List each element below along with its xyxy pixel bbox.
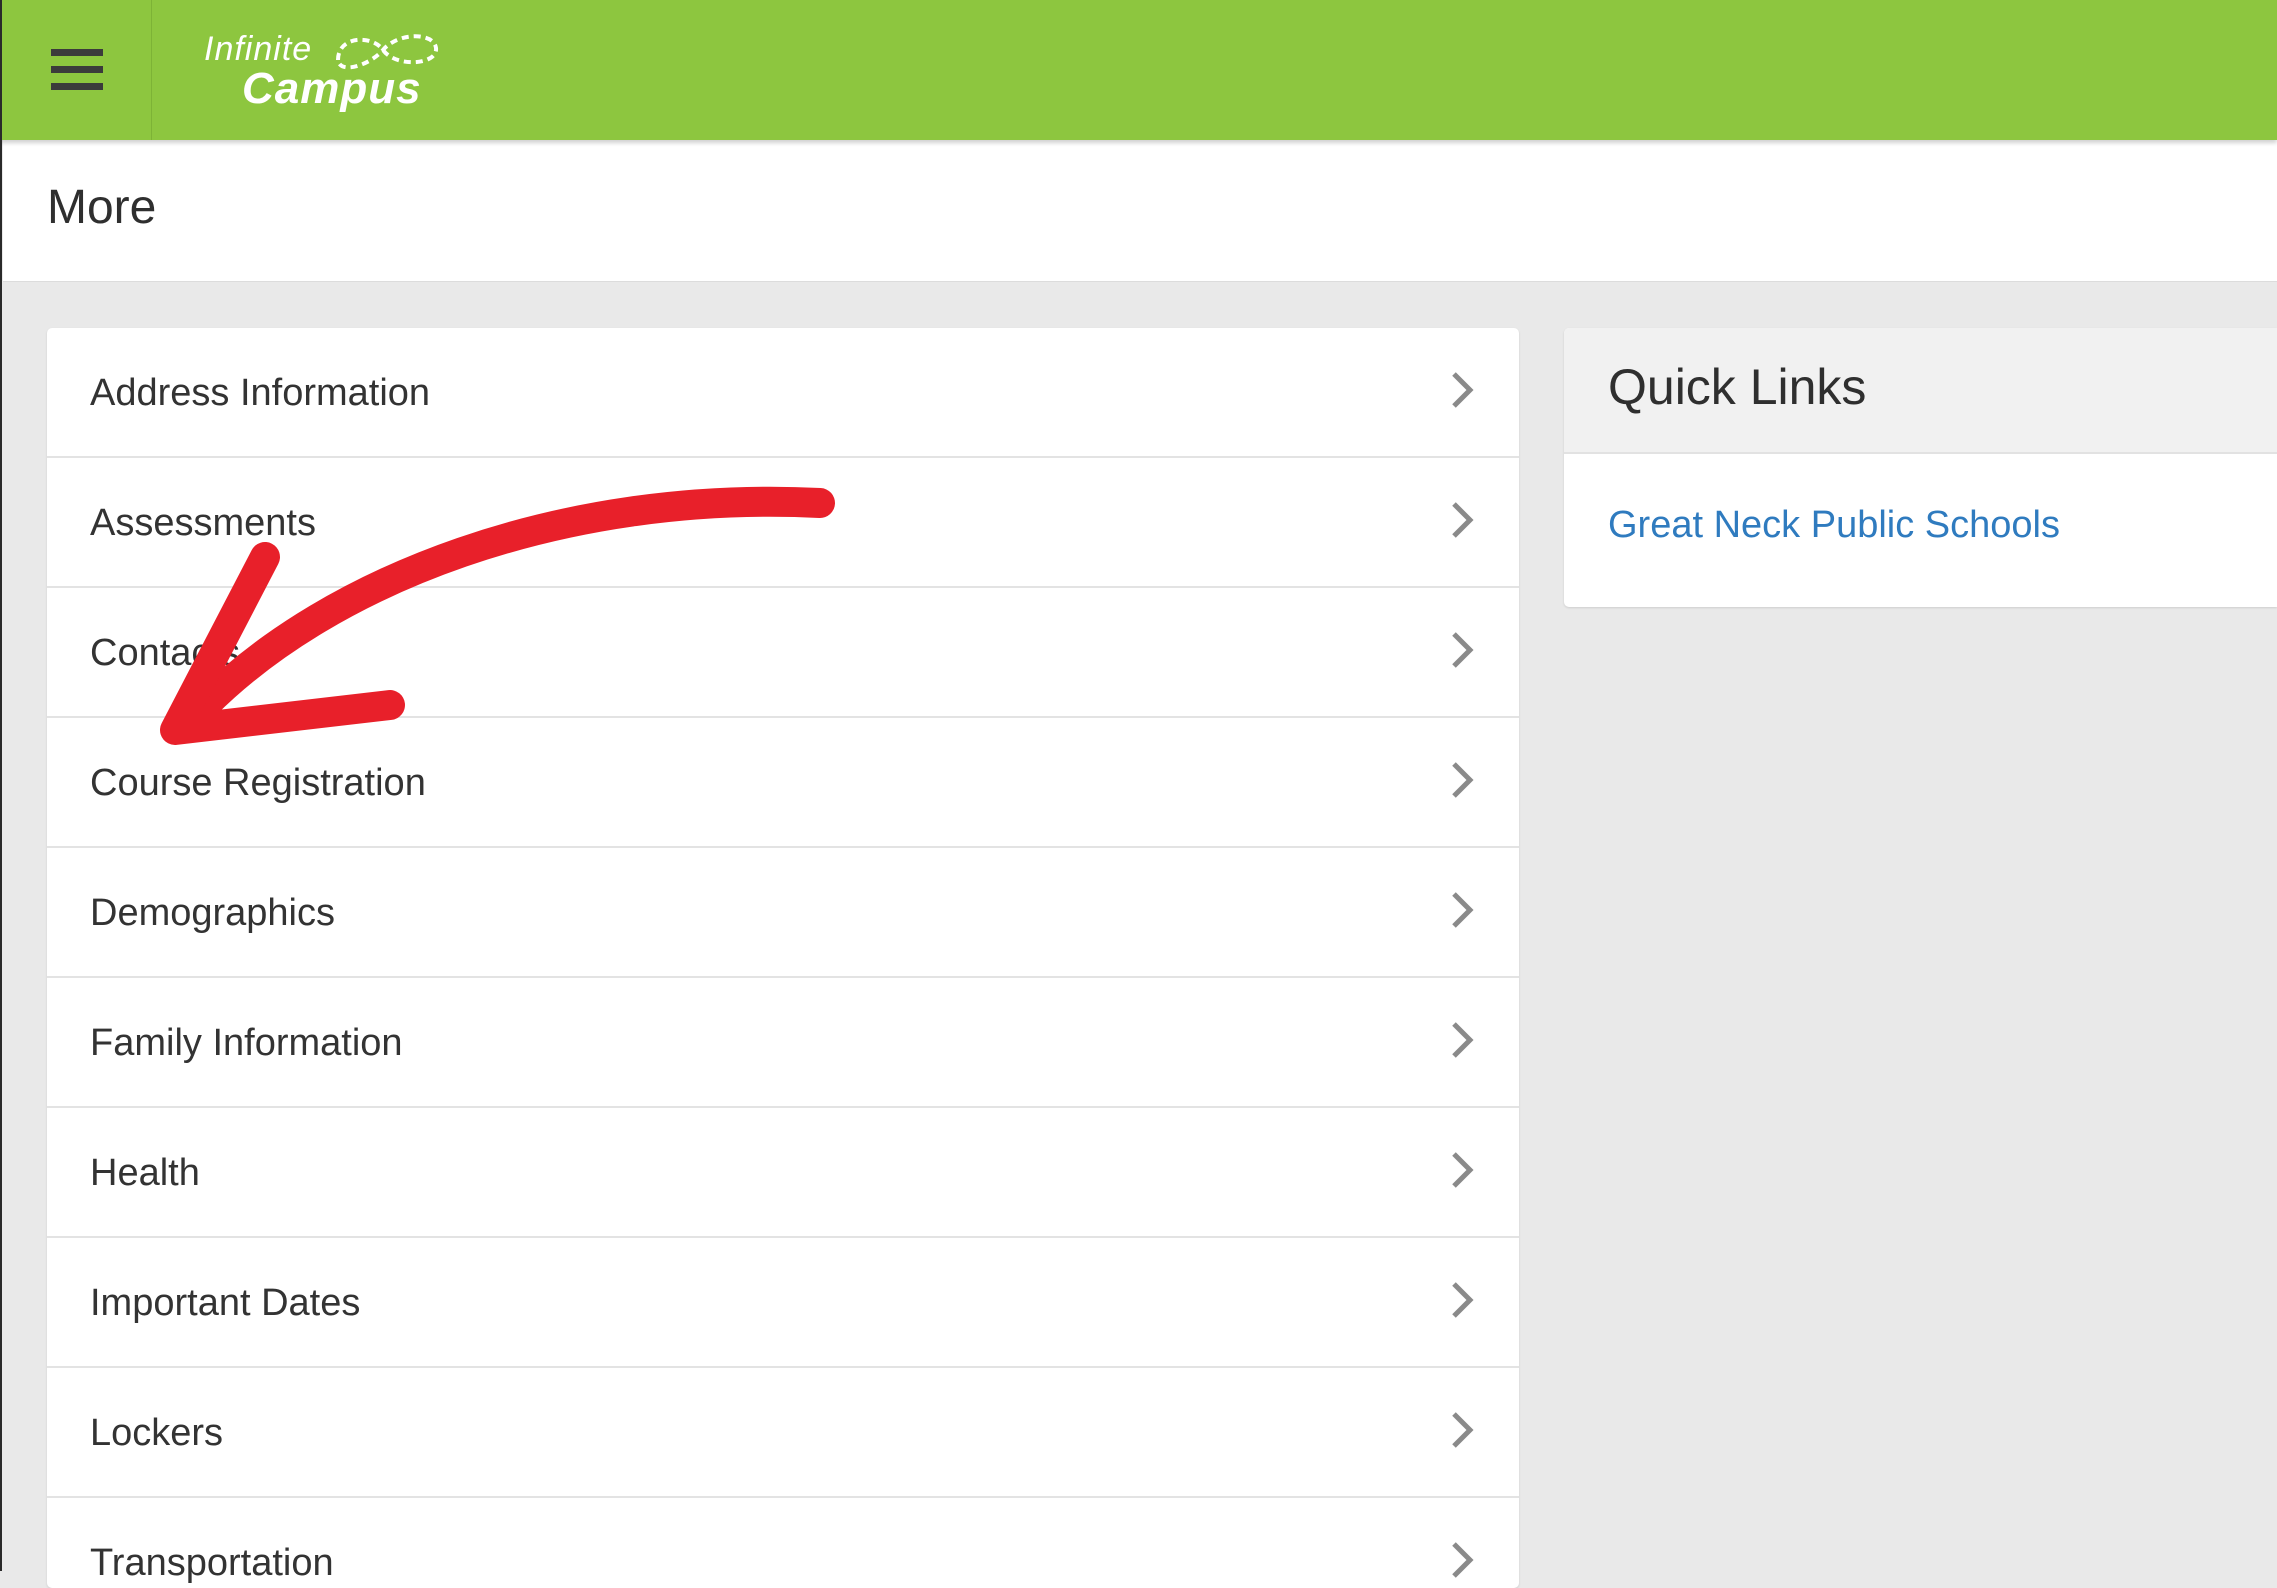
chevron-right-icon xyxy=(1452,1152,1474,1188)
menu-item-transportation[interactable]: Transportation xyxy=(47,1498,1519,1588)
more-menu-list: Address Information Assessments Contacts… xyxy=(47,328,1519,1588)
quick-links-header: Quick Links xyxy=(1564,328,2277,454)
chevron-right-icon xyxy=(1452,372,1474,408)
quick-link-great-neck-public-schools[interactable]: Great Neck Public Schools xyxy=(1608,504,2060,547)
chevron-right-icon xyxy=(1452,762,1474,798)
menu-item-family-information[interactable]: Family Information xyxy=(47,978,1519,1108)
menu-item-demographics[interactable]: Demographics xyxy=(47,848,1519,978)
menu-item-label: Demographics xyxy=(90,892,335,934)
chevron-right-icon xyxy=(1452,1542,1474,1578)
menu-item-lockers[interactable]: Lockers xyxy=(47,1368,1519,1498)
page-title: More xyxy=(47,181,157,234)
hamburger-menu-button[interactable] xyxy=(3,0,152,140)
menu-item-label: Course Registration xyxy=(90,762,426,804)
menu-item-label: Family Information xyxy=(90,1022,403,1064)
page-header: More xyxy=(3,140,2277,282)
menu-item-course-registration[interactable]: Course Registration xyxy=(47,718,1519,848)
menu-item-address-information[interactable]: Address Information xyxy=(47,328,1519,458)
infinity-loop-icon xyxy=(335,34,438,70)
menu-item-assessments[interactable]: Assessments xyxy=(47,458,1519,588)
menu-item-label: Transportation xyxy=(90,1542,334,1584)
hamburger-icon xyxy=(51,49,103,90)
window-edge xyxy=(0,0,2,1571)
chevron-right-icon xyxy=(1452,1022,1474,1058)
chevron-right-icon xyxy=(1452,1412,1474,1448)
menu-item-label: Contacts xyxy=(90,632,240,674)
chevron-right-icon xyxy=(1452,892,1474,928)
menu-item-label: Important Dates xyxy=(90,1282,361,1324)
chevron-right-icon xyxy=(1452,1282,1474,1318)
chevron-right-icon xyxy=(1452,502,1474,538)
quick-links-title: Quick Links xyxy=(1608,359,1867,415)
menu-item-important-dates[interactable]: Important Dates xyxy=(47,1238,1519,1368)
menu-item-contacts[interactable]: Contacts xyxy=(47,588,1519,718)
menu-item-label: Address Information xyxy=(90,372,431,414)
menu-item-label: Health xyxy=(90,1152,200,1194)
top-navigation-bar: Infinite Campus xyxy=(0,0,2277,140)
quick-links-panel: Quick Links Great Neck Public Schools xyxy=(1564,328,2277,607)
menu-item-label: Assessments xyxy=(90,502,316,544)
menu-item-health[interactable]: Health xyxy=(47,1108,1519,1238)
infinite-campus-logo[interactable]: Infinite Campus xyxy=(200,14,460,124)
chevron-right-icon xyxy=(1452,632,1474,668)
menu-item-label: Lockers xyxy=(90,1412,224,1454)
